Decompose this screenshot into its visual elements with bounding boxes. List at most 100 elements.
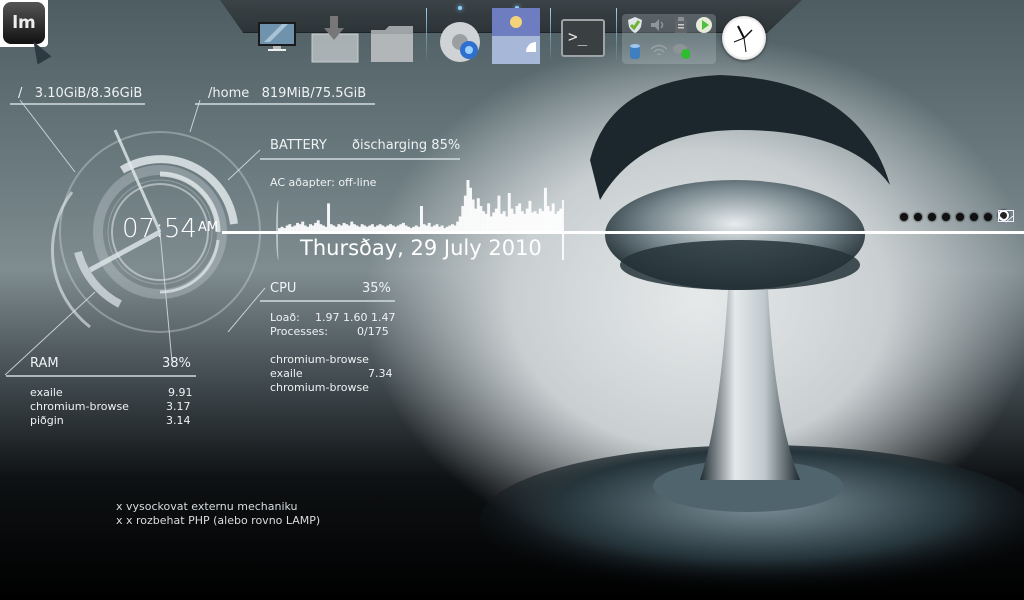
ram-top-process-name: exaile	[30, 386, 63, 399]
network-graph-bar	[531, 212, 534, 232]
network-graph-bar	[481, 211, 485, 232]
workspace-dot[interactable]	[984, 213, 992, 221]
wifi-icon[interactable]	[649, 42, 667, 60]
network-graph-bar	[489, 216, 493, 232]
network-graph-bar	[461, 206, 465, 232]
network-graph-bar	[510, 208, 514, 232]
clock-time: 07:54	[122, 214, 197, 244]
network-graph-bar	[500, 213, 504, 232]
network-graph-bar	[554, 213, 558, 232]
network-graph-bar	[466, 180, 470, 232]
network-graph-bar	[533, 211, 537, 232]
cpu-percent: 35%	[362, 281, 391, 296]
ram-top-process-name: piðgin	[30, 414, 64, 427]
dock-separator	[550, 8, 551, 60]
analog-clock-icon[interactable]	[722, 16, 766, 60]
network-graph-bar	[484, 213, 488, 232]
network-graph-bar	[525, 208, 529, 232]
network-graph-bar	[512, 213, 516, 232]
chat-online-icon[interactable]	[672, 42, 690, 60]
workspace-dot[interactable]	[956, 213, 964, 221]
dock-item-chromium[interactable]	[436, 8, 484, 63]
folder-icon	[371, 26, 413, 62]
svg-text:>_: >_	[568, 27, 588, 46]
network-graph-bar	[474, 208, 478, 232]
network-graph-bar	[556, 211, 560, 232]
ram-top-process-value: 3.17	[166, 400, 191, 413]
database-icon[interactable]	[626, 42, 644, 60]
download-box-icon	[311, 16, 359, 63]
root-fs-usage: 3.10GiB/8.36GiB	[34, 86, 143, 101]
shield-check-icon[interactable]	[626, 16, 644, 34]
network-graph-bar	[494, 208, 498, 232]
ram-top-process-value: 9.91	[168, 386, 193, 399]
workspace-dot[interactable]	[942, 213, 950, 221]
workspace-dot[interactable]	[970, 213, 978, 221]
cpu-top-process-name: chromium-browse	[270, 353, 369, 366]
network-graph-bar	[507, 193, 511, 232]
terminal-icon: >_	[561, 19, 605, 57]
dock-separator	[426, 8, 427, 60]
root-fs-label: / 3.10GiB/8.36GiB	[18, 86, 142, 101]
dock-separator	[616, 8, 617, 60]
graph-left-bracket	[276, 200, 281, 260]
workspace-dot[interactable]	[928, 213, 936, 221]
battery-status: ðischarging 85%	[352, 138, 461, 153]
envelope-icon[interactable]	[998, 210, 1014, 223]
music-player-cover-icon	[492, 8, 540, 64]
root-fs-leader-line	[19, 99, 76, 173]
cpu-top-process-name: exaile	[270, 367, 303, 380]
date-divider-line	[222, 231, 1024, 234]
network-graph-bar	[469, 187, 473, 232]
network-graph-bar	[549, 211, 553, 232]
home-fs-rule	[195, 103, 375, 105]
workspace-dot[interactable]	[914, 213, 922, 221]
network-graph-bar	[492, 212, 496, 232]
network-graph-bar	[538, 208, 542, 232]
network-graph-bar	[471, 199, 475, 232]
home-fs-usage: 819MiB/75.5GiB	[261, 86, 367, 101]
network-graph-bar	[327, 203, 331, 232]
network-graph-bar	[502, 211, 506, 232]
ram-top-process-value: 3.14	[166, 414, 191, 427]
clock-ampm: AM	[198, 220, 219, 235]
network-graph-bar	[536, 213, 540, 232]
todo-item: x x rozbehat PHP (alebo rovno LAMP)	[116, 514, 321, 527]
battery-heading: BATTERY	[270, 138, 327, 153]
network-graph-bar	[551, 203, 555, 232]
dock-item-computer[interactable]	[254, 8, 302, 63]
clipboard-icon[interactable]	[672, 16, 690, 34]
network-graph-bar	[518, 203, 522, 232]
network-graph-bar	[458, 216, 462, 232]
load-label: Loað:	[270, 311, 300, 324]
processes-label: Processes:	[270, 325, 328, 338]
speaker-icon[interactable]	[649, 16, 667, 34]
network-graph-bar	[497, 195, 501, 232]
todo-item: x vysockovat externu mechaniku	[116, 500, 298, 513]
dock-item-terminal[interactable]: >_	[560, 8, 608, 63]
battery-leader-line	[227, 149, 261, 181]
network-graph-bar	[487, 203, 491, 232]
network-activity-graph	[278, 180, 563, 232]
dock-item-downloads[interactable]	[310, 8, 359, 63]
battery-rule	[260, 158, 460, 160]
network-graph-bar	[420, 206, 423, 232]
network-graph-bar	[523, 213, 527, 232]
root-fs-rule	[10, 103, 145, 105]
network-graph-bar	[543, 187, 547, 232]
network-graph-bar	[541, 211, 545, 232]
cpu-top-process-value: 7.34	[368, 367, 393, 380]
ram-heading: RAM	[30, 356, 59, 371]
workspace-dot[interactable]	[900, 213, 908, 221]
system-tray	[622, 14, 716, 64]
network-graph-bar	[546, 206, 550, 232]
cpu-top-process-name: chromium-browse	[270, 381, 369, 394]
dock-item-folder[interactable]	[369, 8, 417, 63]
network-graph-bar	[528, 200, 532, 232]
dock-item-exaile[interactable]	[492, 8, 540, 64]
network-graph-bar	[479, 206, 483, 232]
network-graph-bar	[520, 211, 524, 232]
ram-rule	[6, 375, 196, 377]
home-fs-label: /home 819MiB/75.5GiB	[208, 86, 366, 101]
play-icon[interactable]	[695, 16, 713, 34]
